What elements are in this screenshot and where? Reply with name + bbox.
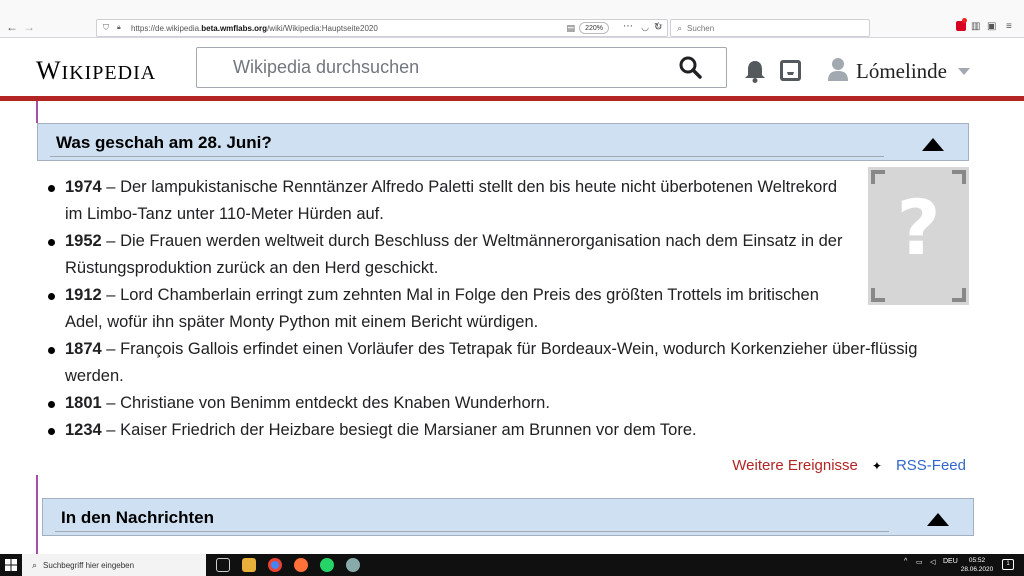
search-icon: ⌕ xyxy=(32,559,38,570)
sidebar-icon[interactable]: ▥ xyxy=(971,21,980,32)
url-text: https://de.wikipedia.beta.wmflabs.org/wi… xyxy=(131,23,378,33)
wikipedia-logo[interactable]: WIKIPEDIA xyxy=(36,56,156,86)
notification-center-icon[interactable]: 1 xyxy=(1002,559,1014,570)
taskbar-clock[interactable]: 05:52 28.06.2020 xyxy=(960,556,994,574)
user-avatar-icon[interactable] xyxy=(828,57,848,81)
search-icon[interactable] xyxy=(678,55,702,79)
event-text: – François Gallois erfindet einen Vorläu… xyxy=(65,340,918,385)
event-year-link[interactable]: 1912 xyxy=(65,286,102,304)
menu-icon[interactable]: ≡ xyxy=(1006,21,1012,32)
file-explorer-icon[interactable] xyxy=(242,558,256,572)
heading-underline xyxy=(50,156,884,157)
separator-icon: ✦ xyxy=(871,459,882,473)
reader-view-icon[interactable]: ▤ xyxy=(566,23,575,34)
browser-search-placeholder: Suchen xyxy=(687,23,715,33)
more-links: Weitere Ereignisse ✦ RSS-Feed xyxy=(732,457,966,474)
event-text: – Lord Chamberlain erringt zum zehnten M… xyxy=(65,286,819,331)
section-title: In den Nachrichten xyxy=(61,508,215,527)
browser-search-input[interactable]: ⌕ Suchen xyxy=(670,19,870,37)
rss-feed-link[interactable]: RSS-Feed xyxy=(896,457,966,474)
search-icon: ⌕ xyxy=(677,22,683,33)
event-text: – Die Frauen werden weltweit durch Besch… xyxy=(65,232,843,277)
events-list: 1974 – Der lampukistanische Renntänzer A… xyxy=(46,174,946,444)
chevron-down-icon[interactable] xyxy=(958,68,970,75)
list-item: 1234 – Kaiser Friedrich der Heizbare bes… xyxy=(46,417,946,444)
corner-mark xyxy=(952,170,966,184)
list-item: 1801 – Christiane von Benimm entdeckt de… xyxy=(46,390,946,417)
back-arrow-icon[interactable]: ← xyxy=(5,20,19,34)
corner-mark xyxy=(952,288,966,302)
volume-icon[interactable]: ◁ xyxy=(930,558,935,566)
list-item: 1912 – Lord Chamberlain erringt zum zehn… xyxy=(46,282,846,336)
taskbar-search-input[interactable]: ⌕ Suchbegriff hier eingeben xyxy=(22,554,206,576)
taskbar-search-placeholder: Suchbegriff hier eingeben xyxy=(43,560,135,570)
windows-start-icon[interactable] xyxy=(5,559,17,571)
event-text: – Christiane von Benimm entdeckt des Kna… xyxy=(101,394,550,412)
list-item: 1874 – François Gallois erfindet einen V… xyxy=(46,336,946,390)
lock-icon[interactable]: 🔒︎ xyxy=(117,24,127,32)
library-icon[interactable]: ▣ xyxy=(987,21,996,32)
event-year-link[interactable]: 1801 xyxy=(65,394,102,412)
heading-underline xyxy=(55,531,889,532)
task-view-icon[interactable] xyxy=(216,558,230,572)
app-icon[interactable] xyxy=(346,558,360,572)
section-title: Was geschah am 28. Juni? xyxy=(56,133,272,152)
tracking-shield-icon[interactable]: ⛉ xyxy=(103,23,113,33)
zoom-badge[interactable]: 220% xyxy=(579,22,609,34)
windows-taskbar: ⌕ Suchbegriff hier eingeben ^ ▭ ◁ DEU 05… xyxy=(0,554,1024,576)
reload-icon[interactable]: ↻ xyxy=(654,22,662,33)
url-bar[interactable]: ⛉ 🔒︎ https://de.wikipedia.beta.wmflabs.o… xyxy=(96,19,668,37)
list-item: 1952 – Die Frauen werden weltweit durch … xyxy=(46,228,862,282)
whatsapp-icon[interactable] xyxy=(320,558,334,572)
collapse-triangle-icon[interactable] xyxy=(927,513,949,526)
pocket-icon[interactable]: ◡ xyxy=(641,22,649,33)
chrome-icon[interactable] xyxy=(268,558,282,572)
section-header-history: Was geschah am 28. Juni? xyxy=(37,123,969,161)
event-text: – Der lampukistanische Renntänzer Alfred… xyxy=(65,178,837,223)
notifications-bell-icon[interactable] xyxy=(744,59,766,83)
network-icon[interactable]: ▭ xyxy=(916,558,923,566)
page-actions-icon[interactable]: ⋯ xyxy=(623,21,633,32)
section-header-news: In den Nachrichten xyxy=(42,498,974,536)
wiki-search-input[interactable] xyxy=(197,48,657,87)
firefox-icon[interactable] xyxy=(294,558,308,572)
browser-toolbar: ← → ⛉ 🔒︎ https://de.wikipedia.beta.wmfla… xyxy=(0,0,1024,38)
more-events-link[interactable]: Weitere Ereignisse xyxy=(732,457,858,474)
keyboard-language[interactable]: DEU xyxy=(943,558,958,565)
clock-time: 05:52 xyxy=(968,557,986,564)
forward-arrow-icon[interactable]: → xyxy=(22,20,36,34)
username-link[interactable]: Lómelinde xyxy=(856,59,947,84)
collapse-triangle-icon[interactable] xyxy=(922,138,944,151)
wiki-search-box xyxy=(196,47,727,88)
event-year-link[interactable]: 1234 xyxy=(65,421,102,439)
left-border-rule xyxy=(36,101,38,123)
chevron-up-icon[interactable]: ^ xyxy=(904,558,907,565)
list-item: 1974 – Der lampukistanische Renntänzer A… xyxy=(46,174,846,228)
notices-inbox-icon[interactable] xyxy=(779,59,802,82)
event-year-link[interactable]: 1952 xyxy=(65,232,102,250)
event-year-link[interactable]: 1974 xyxy=(65,178,102,196)
event-year-link[interactable]: 1874 xyxy=(65,340,102,358)
main-content: Was geschah am 28. Juni? ? 1974 – Der la… xyxy=(0,101,1024,554)
left-border-rule xyxy=(36,475,38,554)
wiki-header: WIKIPEDIA Lómelinde xyxy=(0,38,1024,98)
event-text: – Kaiser Friedrich der Heizbare besiegt … xyxy=(101,421,697,439)
clock-date: 28.06.2020 xyxy=(960,566,994,573)
ublock-extension-icon[interactable] xyxy=(956,18,967,31)
